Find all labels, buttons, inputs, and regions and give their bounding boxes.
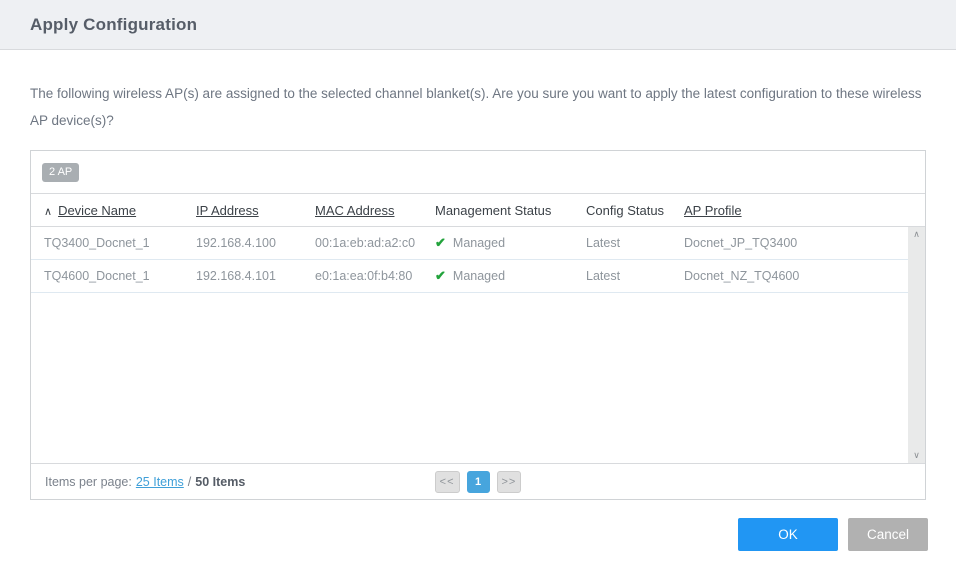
management-status-text: Managed <box>452 269 506 283</box>
column-header-ap-profile[interactable]: AP Profile <box>671 203 925 218</box>
cell-config-status: Latest <box>586 236 621 250</box>
previous-page-button[interactable]: << <box>434 470 460 493</box>
dialog-actions: OK Cancel <box>738 518 928 551</box>
cancel-button[interactable]: Cancel <box>848 518 928 551</box>
column-label-ip-address: IP Address <box>196 202 259 218</box>
table-toolbar: 2 AP <box>31 151 925 194</box>
dialog-titlebar: Apply Configuration <box>0 0 956 50</box>
ap-table: ∧ Device Name IP Address MAC Address Mana… <box>31 194 925 499</box>
column-header-management-status: Management Status <box>422 203 573 218</box>
cell-ap-profile: Docnet_NZ_TQ4600 <box>684 269 800 283</box>
table-row[interactable]: TQ4600_Docnet_1 192.168.4.101 e0:1a:ea:0… <box>31 260 908 293</box>
cell-ip-address: 192.168.4.101 <box>196 269 276 283</box>
confirmation-message: The following wireless AP(s) are assigne… <box>30 86 922 128</box>
column-label-management-status: Management Status <box>435 202 552 218</box>
ok-button[interactable]: OK <box>738 518 838 551</box>
ap-table-panel: 2 AP ∧ Device Name IP Address MAC Address… <box>30 150 926 500</box>
cell-ip-address: 192.168.4.100 <box>196 236 276 250</box>
column-label-mac-address: MAC Address <box>315 202 395 218</box>
column-header-device-name[interactable]: ∧ Device Name <box>31 203 183 218</box>
current-page-button[interactable]: 1 <box>466 470 490 493</box>
cell-device-name: TQ4600_Docnet_1 <box>44 269 150 283</box>
apply-configuration-dialog: Apply Configuration The following wirele… <box>0 0 956 570</box>
column-label-config-status: Config Status <box>586 202 665 218</box>
column-label-ap-profile: AP Profile <box>684 202 742 218</box>
dialog-title: Apply Configuration <box>30 14 198 34</box>
items-separator: / <box>187 474 192 489</box>
cell-mac-address: e0:1a:ea:0f:b4:80 <box>315 269 413 283</box>
cell-management-status: ✔ Managed <box>422 268 573 284</box>
items-per-page: Items per page: 25 Items / 50 Items <box>45 464 245 499</box>
total-items: 50 Items <box>195 474 246 489</box>
column-label-device-name: Device Name <box>58 202 137 218</box>
cell-config-status: Latest <box>586 269 621 283</box>
table-footer: Items per page: 25 Items / 50 Items << 1… <box>31 463 925 499</box>
next-page-button[interactable]: >> <box>496 470 522 493</box>
column-header-mac-address[interactable]: MAC Address <box>302 203 422 218</box>
cell-mac-address: 00:1a:eb:ad:a2:c0 <box>315 236 416 250</box>
sort-ascending-icon: ∧ <box>44 205 53 218</box>
table-row[interactable]: TQ3400_Docnet_1 192.168.4.100 00:1a:eb:a… <box>31 227 908 260</box>
cell-management-status: ✔ Managed <box>422 235 573 251</box>
column-header-ip-address[interactable]: IP Address <box>183 203 302 218</box>
items-per-page-link[interactable]: 25 Items <box>136 475 184 489</box>
cell-device-name: TQ3400_Docnet_1 <box>44 236 150 250</box>
management-status-text: Managed <box>452 236 506 250</box>
managed-check-icon: ✔ <box>435 235 446 250</box>
ap-count-badge: 2 AP <box>42 162 80 182</box>
cell-ap-profile: Docnet_JP_TQ3400 <box>684 236 798 250</box>
managed-check-icon: ✔ <box>435 268 446 283</box>
scroll-up-icon[interactable]: ∧ <box>913 230 920 239</box>
table-body: TQ3400_Docnet_1 192.168.4.100 00:1a:eb:a… <box>31 227 925 463</box>
table-header-row: ∧ Device Name IP Address MAC Address Mana… <box>31 194 925 227</box>
items-per-page-label: Items per page: <box>45 474 132 489</box>
column-header-config-status: Config Status <box>573 203 671 218</box>
pagination-controls: << 1 >> <box>434 470 522 493</box>
table-scrollbar[interactable]: ∧ ∨ <box>908 227 925 463</box>
scroll-down-icon[interactable]: ∨ <box>913 451 920 460</box>
